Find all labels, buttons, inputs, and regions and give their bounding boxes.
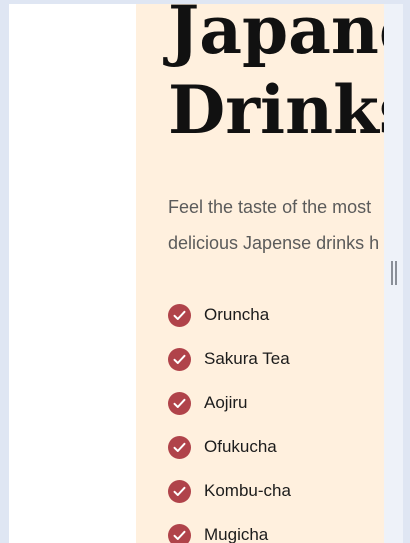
- check-circle-icon: [168, 303, 191, 327]
- hero-section: Japanes Drinks Feel the taste of the mos…: [136, 4, 384, 543]
- hero-description-line: Feel the taste of the most: [168, 197, 372, 217]
- list-item: Mugicha: [168, 513, 291, 543]
- list-item-label: Ofukucha: [204, 437, 277, 456]
- check-circle-icon: [168, 479, 191, 503]
- check-circle-icon: [168, 347, 191, 371]
- list-item: Sakura Tea: [168, 337, 291, 381]
- list-item-label: Sakura Tea: [204, 349, 290, 368]
- list-item: Kombu-cha: [168, 469, 291, 513]
- hero-title-line: Japanes: [168, 4, 384, 69]
- list-item-label: Kombu-cha: [204, 481, 291, 500]
- resize-handle-bar: [391, 261, 393, 285]
- list-item: Ofukucha: [168, 425, 291, 469]
- list-item: Aojiru: [168, 381, 291, 425]
- hero-description: Feel the taste of the most delicious Jap…: [168, 189, 379, 261]
- hero-title-line: Drinks: [168, 71, 384, 149]
- hero-description-line: delicious Japense drinks h: [168, 233, 380, 253]
- list-item: Oruncha: [168, 293, 291, 337]
- list-item-label: Mugicha: [204, 525, 269, 543]
- list-item-label: Aojiru: [204, 393, 248, 412]
- resize-handle[interactable]: [391, 261, 397, 285]
- resize-handle-bar: [395, 261, 397, 285]
- hero-title: Japanes Drinks: [168, 4, 384, 150]
- check-circle-icon: [168, 435, 191, 459]
- check-circle-icon: [168, 523, 191, 543]
- list-item-label: Oruncha: [204, 305, 270, 324]
- drinks-list: Oruncha Sakura Tea Aojiru Ofukucha Kombu…: [168, 293, 291, 543]
- check-circle-icon: [168, 391, 191, 415]
- page-frame: Japanes Drinks Feel the taste of the mos…: [9, 4, 403, 543]
